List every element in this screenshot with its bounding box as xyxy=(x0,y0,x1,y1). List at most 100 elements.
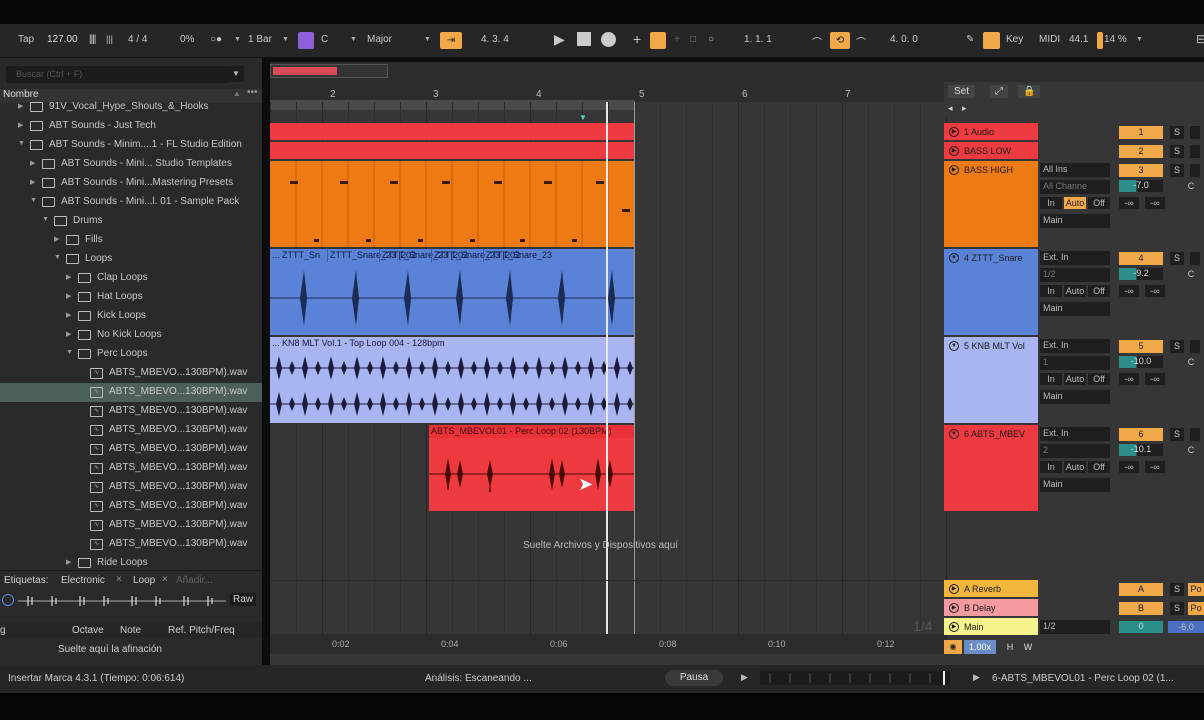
browser-file-item[interactable]: ∿ ABTS_MBEVO...130BPM).wav xyxy=(0,402,262,421)
track-activator-icon[interactable]: ▶ xyxy=(949,603,959,613)
punch-icon[interactable]: ○ xyxy=(708,34,714,45)
chevron-down-icon[interactable]: ▼ xyxy=(30,197,37,204)
session-record-icon[interactable]: □ xyxy=(690,34,696,45)
send-b-knob[interactable]: -∞ xyxy=(1145,461,1165,473)
chevron-down-icon[interactable]: ▼ xyxy=(18,140,25,147)
input-channel-select[interactable]: 2 xyxy=(1040,444,1110,458)
octave-column[interactable]: Octave xyxy=(72,625,104,636)
solo-button[interactable]: S xyxy=(1170,145,1184,158)
track-header[interactable]: ▶ BASS HIGH xyxy=(944,161,1038,247)
swing-field[interactable]: 0% xyxy=(180,34,194,45)
input-channel-select[interactable]: 1 xyxy=(1040,356,1110,370)
loop-switch-icon[interactable]: ⟲ xyxy=(830,32,850,49)
volume-slider[interactable]: -10.0 xyxy=(1119,356,1163,368)
track-header[interactable]: ▶ BASS LOW xyxy=(944,142,1038,159)
track-activator-icon[interactable]: ▶ xyxy=(949,622,959,632)
send-b-knob[interactable]: -∞ xyxy=(1145,197,1165,209)
chevron-down-icon[interactable]: ▼ xyxy=(54,254,61,261)
post-button[interactable]: Po xyxy=(1188,583,1204,596)
track-activator-icon[interactable]: ▼ xyxy=(949,253,959,263)
browser-file-item[interactable]: ∿ ABTS_MBEVO...130BPM).wav xyxy=(0,440,262,459)
track-activator-icon[interactable]: ▶ xyxy=(949,584,959,594)
monitor-off-button[interactable]: Off xyxy=(1088,197,1110,209)
browser-file-item[interactable]: ∿ ABTS_MBEVO...130BPM).wav xyxy=(0,383,262,402)
main-volume-2[interactable]: -6.0 xyxy=(1168,621,1204,633)
input-type-select[interactable]: Ext. In xyxy=(1040,251,1110,265)
quantize-dropdown[interactable]: 1 Bar xyxy=(248,34,272,45)
record-icon[interactable] xyxy=(601,32,616,47)
drop-files-hint[interactable]: Suelte Archivos y Dispositivos aquí xyxy=(523,540,678,551)
chevron-right-icon[interactable]: ▶ xyxy=(66,292,71,300)
monitor-auto-button[interactable]: Auto xyxy=(1064,373,1086,385)
track-activator-icon[interactable]: ▼ xyxy=(949,341,959,351)
browser-folder-item[interactable]: ▶ No Kick Loops xyxy=(0,326,262,345)
solo-button[interactable]: S xyxy=(1170,126,1184,139)
return-letter-button[interactable]: A xyxy=(1119,583,1163,596)
stop-icon[interactable] xyxy=(577,32,591,46)
clip-bass-high[interactable] xyxy=(270,161,635,247)
browser-folder-item[interactable]: ▼ Drums xyxy=(0,212,262,231)
solo-button[interactable]: S xyxy=(1170,340,1184,353)
play-icon[interactable]: ▶ xyxy=(554,31,565,48)
play-preview-icon[interactable]: ▶ xyxy=(741,672,748,683)
clip-bass-low[interactable] xyxy=(270,142,635,159)
chevron-right-icon[interactable]: ▶ xyxy=(18,102,23,110)
browser-folder-item[interactable]: ▼ ABT Sounds - Minim....1 - FL Studio Edi… xyxy=(0,136,262,155)
send-a-knob[interactable]: -∞ xyxy=(1119,285,1139,297)
return-track-header[interactable]: ▶ B Delay xyxy=(944,599,1038,616)
send-a-knob[interactable]: -∞ xyxy=(1119,461,1139,473)
ref-pitch-column[interactable]: Ref. Pitch/Freq xyxy=(168,625,235,636)
capture-icon[interactable]: + xyxy=(674,34,680,45)
chevron-right-icon[interactable]: ▶ xyxy=(66,558,71,566)
return-track-header[interactable]: ▶ A Reverb xyxy=(944,580,1038,597)
track-number-button[interactable]: 5 xyxy=(1119,340,1163,353)
input-type-select[interactable]: Ext. In xyxy=(1040,427,1110,441)
main-volume[interactable]: 0 xyxy=(1119,621,1163,633)
monitor-auto-button[interactable]: Auto xyxy=(1064,197,1086,209)
input-channel-select[interactable]: 1/2 xyxy=(1040,268,1110,282)
search-input[interactable]: Buscar (Ctrl + F) xyxy=(6,66,228,83)
pan-control[interactable]: C xyxy=(1184,356,1198,369)
browser-file-item[interactable]: ∿ ABTS_MBEVO...130BPM).wav xyxy=(0,478,262,497)
send-b-knob[interactable]: -∞ xyxy=(1145,373,1165,385)
arm-button[interactable] xyxy=(1190,145,1200,158)
track-activator-icon[interactable]: ▶ xyxy=(949,146,959,156)
track-number-button[interactable]: 2 xyxy=(1119,145,1163,158)
clip-knb-top-loop[interactable]: ... KN8 MLT Vol.1 - Top Loop 004 - 128bp… xyxy=(270,337,635,423)
pan-control[interactable]: C xyxy=(1184,268,1198,281)
browser-folder-item[interactable]: ▼ Loops xyxy=(0,250,262,269)
output-select[interactable]: Main xyxy=(1040,214,1110,228)
chevron-down-icon[interactable]: ▼ xyxy=(66,349,73,356)
input-type-select[interactable]: All Ins xyxy=(1040,163,1110,177)
pan-control[interactable]: C xyxy=(1184,444,1198,457)
monitor-auto-button[interactable]: Auto xyxy=(1064,461,1086,473)
track-activator-icon[interactable]: ▶ xyxy=(949,127,959,137)
keyboard-icon[interactable] xyxy=(983,32,1000,49)
track-header[interactable]: ▼ 4 ZTTT_Snare xyxy=(944,249,1038,335)
chevron-right-icon[interactable]: ▶ xyxy=(30,178,35,186)
more-options-icon[interactable]: ••• xyxy=(247,87,258,98)
output-select[interactable]: Main xyxy=(1040,478,1110,492)
raw-button[interactable]: Raw xyxy=(230,593,257,606)
remove-tag-icon[interactable]: × xyxy=(162,574,168,585)
time-ruler[interactable] xyxy=(270,634,946,654)
chevron-right-icon[interactable]: ▶ xyxy=(66,330,71,338)
chevron-right-icon[interactable]: ▶ xyxy=(30,159,35,167)
volume-slider[interactable]: -10.1 xyxy=(1119,444,1163,456)
track-header[interactable]: ▼ 5 KNB MLT Vol xyxy=(944,337,1038,423)
track-activator-icon[interactable]: ▶ xyxy=(949,165,959,175)
chevron-right-icon[interactable]: ▶ xyxy=(66,311,71,319)
input-type-select[interactable]: Ext. In xyxy=(1040,339,1110,353)
track-header[interactable]: ▼ 6 ABTS_MBEV xyxy=(944,425,1038,511)
key-dropdown[interactable]: C xyxy=(321,34,328,45)
note-column[interactable]: Note xyxy=(120,625,141,636)
mixer-toggle-icon[interactable]: ◉ xyxy=(944,640,962,654)
clip-perc-loop[interactable]: ABTS_MBEVOL01 - Perc Loop 02 (130BPM) xyxy=(429,425,635,511)
browser-file-item[interactable]: ∿ ABTS_MBEVO...130BPM).wav xyxy=(0,459,262,478)
browser-folder-item[interactable]: ▼ ABT Sounds - Mini...l. 01 - Sample Pack xyxy=(0,193,262,212)
tag-electronic[interactable]: Electronic xyxy=(61,575,105,586)
chevron-right-icon[interactable]: ▶ xyxy=(54,235,59,243)
preview-waveform[interactable] xyxy=(18,593,226,609)
browser-file-item[interactable]: ∿ ABTS_MBEVO...130BPM).wav xyxy=(0,497,262,516)
track-number-button[interactable]: 4 xyxy=(1119,252,1163,265)
